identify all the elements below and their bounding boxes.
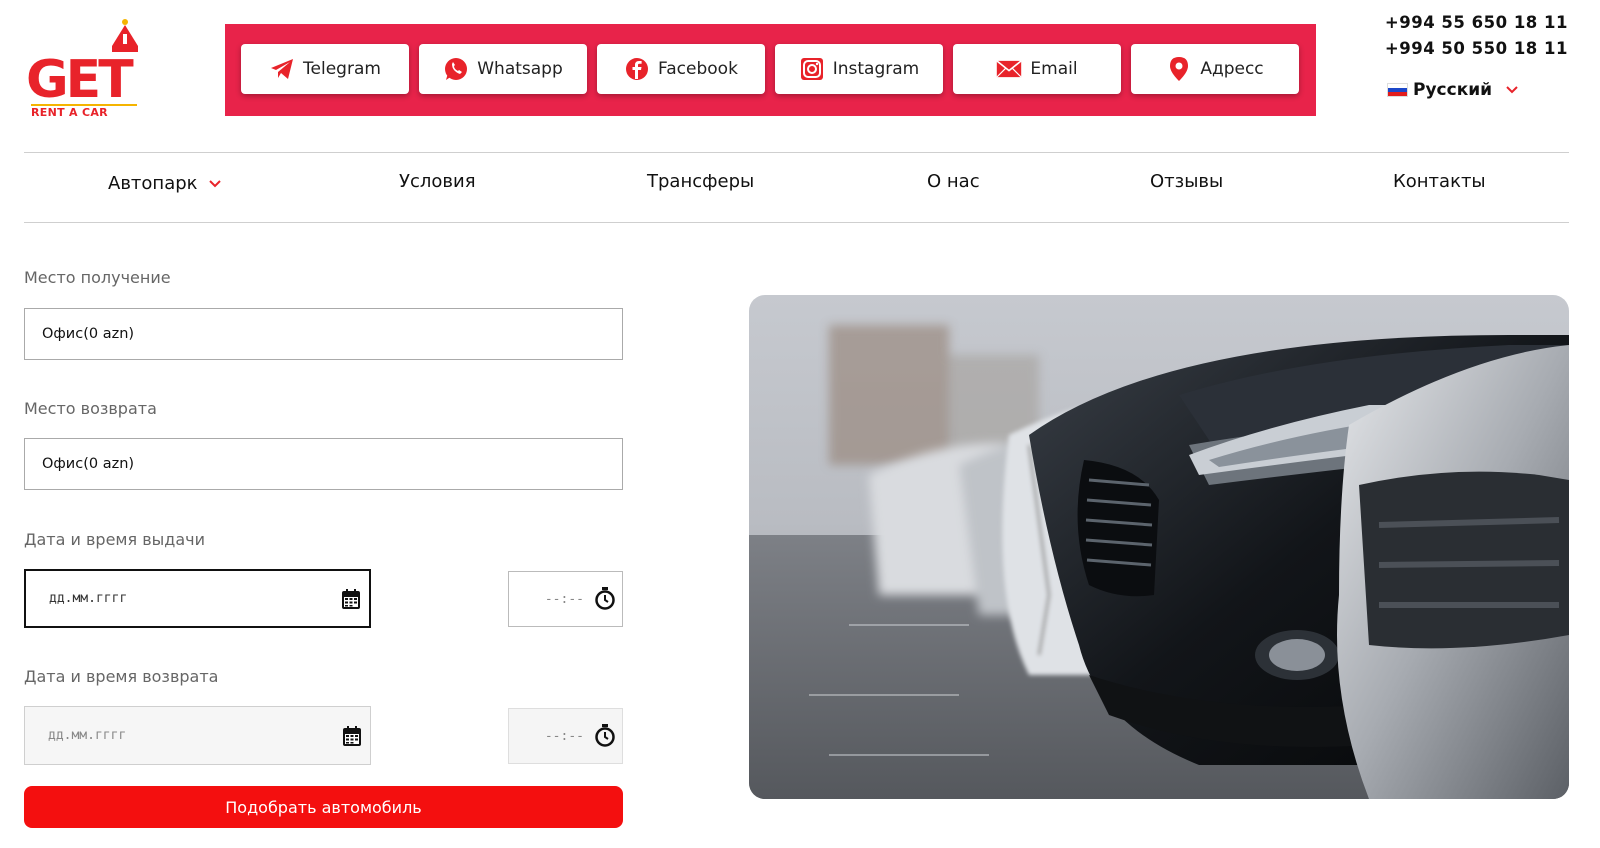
nav-item-about[interactable]: О нас	[927, 171, 980, 192]
nav-item-reviews[interactable]: Отзывы	[1150, 171, 1223, 192]
instagram-button[interactable]: Instagram	[775, 44, 943, 94]
email-icon	[996, 56, 1023, 82]
main-nav: Автопарк Условия Трансферы О нас Отзывы …	[24, 152, 1569, 223]
language-selector[interactable]: Русский	[1387, 80, 1519, 100]
instagram-label: Instagram	[832, 59, 920, 79]
return-time-input[interactable]: --:--	[508, 708, 623, 764]
ru-flag-icon	[1387, 83, 1408, 97]
pickup-datetime-label: Дата и время выдачи	[24, 530, 205, 549]
phone-number-2[interactable]: +994 50 550 18 11	[1385, 36, 1568, 62]
pickup-time-input[interactable]: --:--	[508, 571, 623, 627]
whatsapp-button[interactable]: Whatsapp	[419, 44, 587, 94]
nav-item-fleet[interactable]: Автопарк	[108, 173, 222, 194]
return-date-input[interactable]: дд.мм.гггг	[24, 706, 371, 765]
return-date-placeholder: дд.мм.гггг	[48, 728, 127, 743]
return-location-select[interactable]: Офис(0 azn)	[24, 438, 623, 490]
whatsapp-icon	[443, 56, 469, 82]
return-location-label: Место возврата	[24, 399, 157, 418]
telegram-button[interactable]: Telegram	[241, 44, 409, 94]
logo-tagline: RENT A CAR	[31, 106, 108, 119]
nav-item-label: Отзывы	[1150, 171, 1224, 192]
address-button[interactable]: Адресс	[1131, 44, 1299, 94]
facebook-label: Facebook	[658, 59, 738, 79]
nav-item-contacts[interactable]: Контакты	[1393, 171, 1486, 192]
telegram-label: Telegram	[303, 59, 381, 79]
nav-item-label: Трансферы	[647, 171, 755, 192]
hero-car-image	[749, 295, 1569, 799]
phone-numbers: +994 55 650 18 11 +994 50 550 18 11	[1385, 10, 1568, 62]
instagram-icon	[799, 56, 825, 82]
clock-icon[interactable]	[594, 587, 616, 611]
return-time-placeholder: --:--	[544, 728, 584, 744]
pickup-location-select[interactable]: Офис(0 azn)	[24, 308, 623, 360]
logo-spire-icon	[112, 19, 138, 52]
whatsapp-label: Whatsapp	[477, 59, 563, 79]
pickup-location-label: Место получение	[24, 268, 171, 287]
return-datetime-label: Дата и время возврата	[24, 667, 219, 686]
nav-item-label: О нас	[927, 171, 980, 192]
nav-item-label: Контакты	[1393, 171, 1486, 192]
language-label: Русский	[1413, 80, 1493, 100]
calendar-icon[interactable]	[342, 725, 362, 747]
calendar-icon[interactable]	[341, 588, 361, 610]
nav-item-transfers[interactable]: Трансферы	[647, 171, 754, 192]
pickup-time-placeholder: --:--	[544, 591, 584, 607]
facebook-button[interactable]: Facebook	[597, 44, 765, 94]
logo-brand: GET	[26, 50, 134, 110]
phone-number-1[interactable]: +994 55 650 18 11	[1385, 10, 1568, 36]
telegram-icon	[269, 56, 295, 82]
address-label: Адресс	[1200, 59, 1264, 79]
clock-icon[interactable]	[594, 724, 616, 748]
nav-item-conditions[interactable]: Условия	[399, 171, 476, 192]
email-button[interactable]: Email	[953, 44, 1121, 94]
social-bar: Telegram Whatsapp Facebook Instagram Ema…	[225, 24, 1316, 116]
location-pin-icon	[1166, 56, 1192, 82]
chevron-down-icon	[208, 179, 221, 187]
pickup-date-placeholder: дд.мм.гггг	[49, 591, 128, 606]
email-label: Email	[1030, 59, 1078, 79]
facebook-icon	[624, 56, 650, 82]
find-car-button[interactable]: Подобрать автомобиль	[24, 786, 623, 828]
chevron-down-icon	[1506, 86, 1518, 94]
nav-item-label: Условия	[399, 171, 476, 192]
nav-item-label: Автопарк	[108, 173, 198, 194]
logo[interactable]: GET RENT A CAR	[24, 18, 159, 123]
pickup-date-input[interactable]: дд.мм.гггг	[24, 569, 371, 628]
